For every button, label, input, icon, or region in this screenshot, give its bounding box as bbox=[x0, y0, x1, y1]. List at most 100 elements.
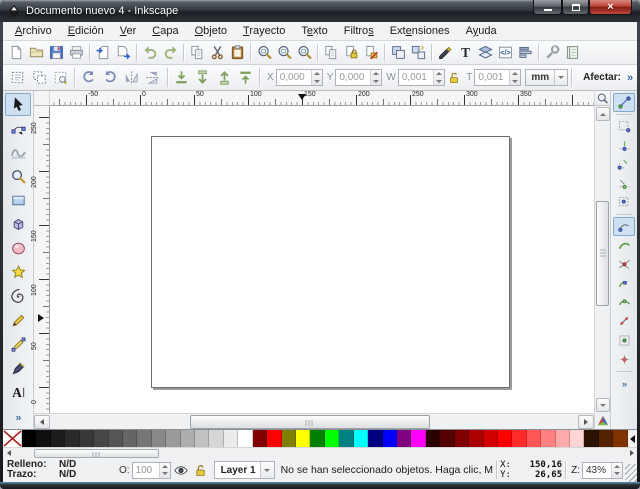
spin-buttons[interactable] bbox=[311, 70, 322, 85]
maximize-button[interactable] bbox=[562, 0, 589, 15]
palette-swatch-000080[interactable] bbox=[368, 430, 382, 447]
snap-object-centers[interactable] bbox=[613, 331, 635, 350]
palette-swatch-none[interactable] bbox=[3, 430, 22, 447]
menu-texto[interactable]: Texto bbox=[293, 23, 335, 39]
spin-buttons[interactable] bbox=[433, 70, 444, 85]
hscroll-track[interactable] bbox=[50, 415, 578, 429]
box3d-tool[interactable] bbox=[5, 213, 31, 236]
palette-swatch-00ffff[interactable] bbox=[354, 430, 368, 447]
star-tool[interactable] bbox=[5, 261, 31, 284]
palette-swatch-ff5555[interactable] bbox=[527, 430, 541, 447]
tweak-tool[interactable] bbox=[5, 141, 31, 164]
menu-objeto[interactable]: Objeto bbox=[187, 23, 235, 39]
vertical-scrollbar[interactable] bbox=[594, 91, 610, 429]
scroll-left-button[interactable] bbox=[34, 415, 50, 429]
vertical-ruler[interactable]: 250200150100500 bbox=[34, 106, 50, 413]
spiral-tool[interactable] bbox=[5, 285, 31, 308]
layer-lock-toggle[interactable] bbox=[191, 460, 211, 480]
lock-ratio-toggle[interactable] bbox=[445, 68, 462, 88]
xml-editor[interactable]: </> bbox=[495, 43, 515, 63]
vscroll-track[interactable] bbox=[596, 122, 609, 397]
palette-scroll-right-button[interactable] bbox=[626, 449, 637, 458]
color-management-toggle[interactable] bbox=[595, 413, 610, 429]
text-tool[interactable]: A bbox=[5, 381, 31, 404]
snap-bbox-edge-midpoints[interactable] bbox=[613, 174, 635, 193]
zoom-to-page[interactable] bbox=[294, 43, 314, 63]
palette-swatch-555555[interactable] bbox=[109, 430, 123, 447]
duplicate[interactable] bbox=[321, 43, 341, 63]
palette-swatch-008080[interactable] bbox=[339, 430, 353, 447]
pen-tool[interactable] bbox=[5, 333, 31, 356]
lower[interactable] bbox=[192, 67, 213, 89]
zoom-corner-button[interactable] bbox=[595, 91, 610, 106]
new-document[interactable] bbox=[6, 43, 26, 63]
layer-selector[interactable]: Layer 1 bbox=[214, 461, 275, 479]
palette-swatch-464646[interactable] bbox=[94, 430, 108, 447]
palette-swatch-008000[interactable] bbox=[310, 430, 324, 447]
snap-bounding-box[interactable] bbox=[613, 117, 635, 136]
rotate-ccw[interactable] bbox=[78, 67, 99, 89]
snap-rotation-centers[interactable] bbox=[613, 350, 635, 369]
scroll-down-button[interactable] bbox=[596, 398, 610, 412]
selector-tool[interactable] bbox=[5, 93, 31, 116]
palette-swatch-ff2a2a[interactable] bbox=[512, 430, 526, 447]
vscroll-thumb[interactable] bbox=[596, 201, 609, 306]
fill-stroke-indicator[interactable]: Relleno:N/D Trazo:N/D bbox=[3, 460, 113, 480]
snapbar-overflow[interactable]: » bbox=[613, 374, 635, 393]
hscroll-thumb[interactable] bbox=[190, 415, 430, 429]
optbar-overflow[interactable]: » bbox=[627, 72, 633, 84]
snap-bbox-edges[interactable] bbox=[613, 136, 635, 155]
palette-swatch-0f0f0f[interactable] bbox=[36, 430, 50, 447]
layer-visibility-toggle[interactable] bbox=[171, 460, 191, 480]
palette-scroll-left-button[interactable] bbox=[3, 449, 14, 458]
w-input[interactable]: 0,001 bbox=[398, 69, 445, 86]
zoom-tool[interactable] bbox=[5, 165, 31, 188]
snap-nodes[interactable] bbox=[613, 217, 635, 236]
paste[interactable] bbox=[227, 43, 247, 63]
horizontal-scrollbar[interactable] bbox=[34, 413, 594, 429]
palette-swatch-d6d6d6[interactable] bbox=[209, 430, 223, 447]
palette-swatch-800000[interactable] bbox=[253, 430, 267, 447]
palette-swatch-9a9a9a[interactable] bbox=[166, 430, 180, 447]
palette-swatch-2a2a2a[interactable] bbox=[65, 430, 79, 447]
preferences[interactable] bbox=[542, 43, 562, 63]
palette-swatch-ffffff[interactable] bbox=[238, 430, 252, 447]
close-button[interactable]: × bbox=[589, 0, 632, 15]
menu-trayecto[interactable]: Trayecto bbox=[235, 23, 293, 39]
scroll-up-button[interactable] bbox=[596, 107, 610, 121]
palette-swatch-adadad[interactable] bbox=[181, 430, 195, 447]
snap-bbox-centers[interactable] bbox=[613, 193, 635, 212]
spin-buttons[interactable] bbox=[159, 463, 170, 478]
palette-swatch-767676[interactable] bbox=[137, 430, 151, 447]
palette-scroll-thumb[interactable] bbox=[34, 449, 159, 458]
snap-line-midpoints[interactable] bbox=[613, 312, 635, 331]
y-input[interactable]: 0,000 bbox=[335, 69, 382, 86]
palette-swatch-ff0000[interactable] bbox=[498, 430, 512, 447]
chevron-down-icon[interactable] bbox=[554, 70, 567, 85]
horizontal-ruler[interactable]: -50050100150200250300350 bbox=[50, 91, 594, 106]
palette-swatch-c1c1c1[interactable] bbox=[195, 430, 209, 447]
canvas[interactable] bbox=[50, 106, 594, 413]
palette-swatch-ffaaaa[interactable] bbox=[556, 430, 570, 447]
undo[interactable] bbox=[140, 43, 160, 63]
calligraphy-tool[interactable] bbox=[5, 357, 31, 380]
select-all[interactable] bbox=[7, 67, 28, 89]
palette-swatch-552200[interactable] bbox=[599, 430, 613, 447]
palette-swatch-803300[interactable] bbox=[613, 430, 627, 447]
snap-cusp-nodes[interactable] bbox=[613, 274, 635, 293]
open-document[interactable] bbox=[26, 43, 46, 63]
create-clone[interactable] bbox=[341, 43, 361, 63]
spin-buttons[interactable] bbox=[611, 463, 622, 478]
raise[interactable] bbox=[213, 67, 234, 89]
palette-scrollbar[interactable] bbox=[3, 447, 637, 458]
zoom-spinner[interactable]: 43% bbox=[582, 462, 623, 479]
palette-swatch-ff0000[interactable] bbox=[267, 430, 281, 447]
ellipse-tool[interactable] bbox=[5, 237, 31, 260]
palette-swatch-1c1c1c[interactable] bbox=[51, 430, 65, 447]
palette-swatch-800080[interactable] bbox=[397, 430, 411, 447]
minimize-button[interactable] bbox=[533, 0, 562, 15]
zoom-to-selection[interactable] bbox=[254, 43, 274, 63]
group[interactable] bbox=[388, 43, 408, 63]
menu-extensiones[interactable]: Extensiones bbox=[382, 23, 458, 39]
palette-overflow-arrow[interactable] bbox=[628, 430, 637, 447]
